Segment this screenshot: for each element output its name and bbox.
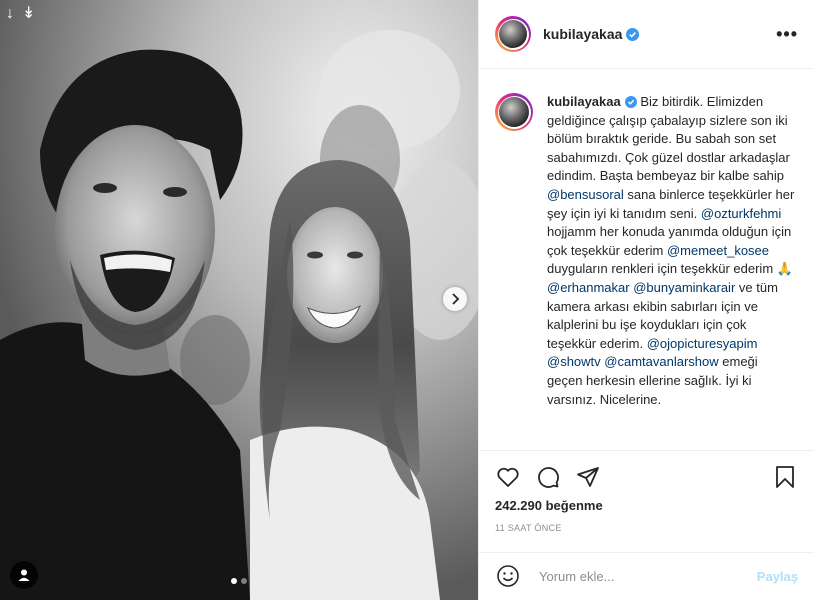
likes-count[interactable]: 242.290 beğenme: [495, 498, 603, 513]
post-actions: 242.290 beğenme 11 SAAT ÖNCE Paylaş: [479, 450, 814, 590]
verified-badge-icon: [626, 28, 640, 41]
carousel-dot-active: [231, 578, 237, 584]
share-button[interactable]: [575, 464, 601, 490]
comment-box: Paylaş: [479, 552, 814, 599]
post-comment-button[interactable]: Paylaş: [757, 569, 798, 584]
mention-link[interactable]: @camtavanlarshow: [604, 354, 718, 369]
carousel-dots: [231, 578, 247, 584]
carousel-next-button[interactable]: [443, 287, 467, 311]
caption-text: kubilayakaa Biz bitirdik. Elimizden geld…: [547, 93, 795, 450]
tagged-users-button[interactable]: [10, 561, 38, 589]
user-icon: [18, 569, 30, 581]
save-button[interactable]: [772, 464, 798, 490]
comment-icon: [538, 467, 559, 488]
post-photo-area[interactable]: ↓ ↡: [0, 0, 478, 600]
post-photo: [0, 0, 478, 600]
mention-link[interactable]: @ojopicturesyapim: [647, 336, 758, 351]
post-header: kubilayakaa •••: [479, 0, 814, 69]
avatar-image: [499, 97, 529, 127]
smiley-icon: [497, 565, 519, 587]
header-username[interactable]: kubilayakaa: [543, 26, 640, 42]
comment-button[interactable]: [535, 464, 561, 490]
mention-link[interactable]: @erhanmakar: [547, 280, 630, 295]
comment-input[interactable]: [537, 567, 749, 585]
caption-avatar[interactable]: [495, 93, 533, 131]
action-icons: [495, 463, 798, 491]
caption-username[interactable]: kubilayakaa: [547, 94, 621, 109]
caption-body: Biz bitirdik. Elimizden geldiğince çalış…: [547, 94, 794, 407]
multi-download-indicator: ↓ ↡: [6, 6, 35, 22]
post-timestamp[interactable]: 11 SAAT ÖNCE: [495, 523, 562, 533]
avatar[interactable]: [495, 16, 531, 52]
mention-link[interactable]: @memeet_kosee: [667, 243, 769, 258]
caption-text-segment: duyguların renkleri için teşekkür ederim…: [547, 261, 793, 277]
paper-plane-icon: [577, 467, 599, 487]
arrow-down-icon: ↓: [6, 5, 14, 22]
bookmark-icon: [776, 466, 794, 488]
like-button[interactable]: [495, 464, 521, 490]
username-text[interactable]: kubilayakaa: [543, 26, 622, 42]
verified-badge-icon: [624, 96, 637, 108]
mention-link[interactable]: @ozturkfehmi: [701, 206, 781, 221]
caption-area: kubilayakaa Biz bitirdik. Elimizden geld…: [479, 69, 814, 450]
carousel-dot: [241, 578, 247, 584]
mention-link[interactable]: @bensusoral: [547, 187, 624, 202]
post-dialog: ↓ ↡ kubilayakaa ••• kubilayakaa Biz biti…: [0, 0, 814, 600]
emoji-button[interactable]: [495, 563, 521, 589]
more-options-button[interactable]: •••: [776, 24, 798, 45]
mention-link[interactable]: @bunyaminkarair: [633, 280, 735, 295]
double-arrow-down-icon: ↡: [22, 5, 36, 22]
avatar-image: [499, 20, 527, 48]
heart-icon: [497, 467, 519, 487]
post-detail-panel: kubilayakaa ••• kubilayakaa Biz bitirdik…: [478, 0, 814, 600]
mention-link[interactable]: @showtv: [547, 354, 601, 369]
chevron-right-icon: [452, 293, 460, 305]
